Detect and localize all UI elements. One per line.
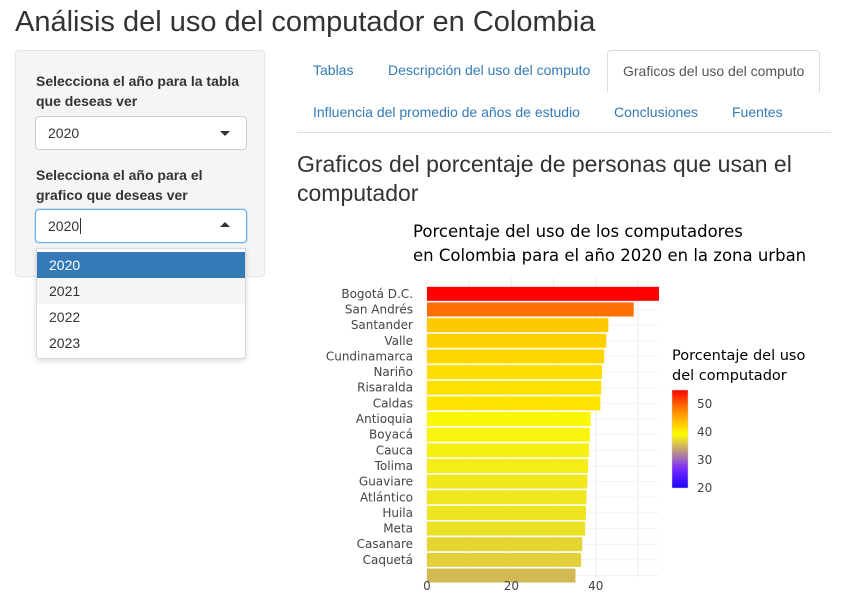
app-title: Análisis del uso del computador en Colom… [15, 6, 596, 38]
y-tick-label: Atlántico [360, 490, 413, 504]
section-title: Graficos del porcentaje de personas que … [297, 151, 792, 206]
tab-conclusiones[interactable]: Conclusiones [599, 92, 713, 132]
y-tick-label: Caldas [373, 396, 413, 410]
bar[interactable] [427, 380, 602, 395]
colorbar-tick-label: 50 [697, 397, 712, 411]
y-tick-label: Risaralda [357, 381, 413, 395]
bar[interactable] [427, 552, 581, 567]
chevron-up-icon [220, 222, 230, 227]
dropdown-option-2022[interactable]: 2022 [37, 304, 245, 330]
y-tick-label: Boyacá [369, 428, 413, 442]
bar[interactable] [427, 521, 586, 536]
chevron-down-icon [220, 131, 230, 136]
colorbar [671, 389, 689, 489]
bar[interactable] [427, 443, 589, 458]
text-cursor [80, 218, 82, 234]
y-tick-label: Cundinamarca [326, 349, 413, 363]
y-tick-label: San Andrés [345, 302, 413, 316]
y-tick-label: Casanare [357, 537, 413, 551]
tab-tablas[interactable]: Tablas [298, 50, 368, 90]
bar[interactable] [427, 537, 583, 552]
dropdown-option-2020[interactable]: 2020 [37, 252, 245, 278]
bar[interactable] [427, 474, 588, 489]
bar[interactable] [427, 458, 589, 473]
y-tick-label: Valle [384, 334, 413, 348]
x-tick-label: 20 [504, 579, 519, 593]
table-year-value: 2020 [48, 125, 80, 141]
table-year-label: Selecciona el año para la tabla que dese… [36, 73, 240, 109]
y-tick-label: Caquetá [363, 553, 413, 567]
chart-year-dropdown: 2020 2021 2022 2023 [36, 248, 246, 359]
chart-y-labels: Bogotá D.C.San Andrés Santander ValleCundi… [326, 287, 413, 567]
bar[interactable] [427, 318, 609, 333]
dropdown-option-2023[interactable]: 2023 [37, 330, 245, 356]
y-tick-label: Huila [382, 506, 413, 520]
bar[interactable] [427, 349, 605, 364]
colorbar-tick-label: 40 [697, 425, 712, 439]
y-tick-label: Tolima [374, 459, 413, 473]
chart-title-line-1: Porcentaje del uso de los computadores [413, 222, 743, 241]
chart-year-label: Selecciona el año para el grafico que de… [36, 167, 203, 203]
y-tick-label: Santander [351, 318, 413, 332]
bar[interactable] [427, 302, 634, 317]
colorbar-ticks: 50 40 30 20 [697, 397, 712, 495]
bar[interactable] [427, 412, 591, 427]
colorbar-title-line-1: Porcentaje del uso [672, 348, 805, 364]
usage-bar-chart: Porcentaje del uso de los computadores e… [326, 222, 806, 593]
tab-influencia[interactable]: Influencia del promedio de años de estud… [298, 92, 595, 132]
y-tick-label: Antioquia [356, 412, 413, 426]
bar[interactable] [427, 365, 603, 380]
y-tick-label: Cauca [376, 443, 413, 457]
colorbar-tick-label: 20 [697, 481, 712, 495]
y-tick-label: Nariño [373, 365, 413, 379]
colorbar-title-line-2: del computador [672, 368, 787, 384]
x-tick-label: 40 [588, 579, 603, 593]
bar[interactable] [427, 568, 576, 583]
bar[interactable] [427, 505, 587, 520]
bar[interactable] [427, 490, 587, 505]
tab-graficos[interactable]: Graficos del uso del computo [607, 50, 821, 93]
y-tick-label: Bogotá D.C. [341, 287, 413, 301]
sidebar-panel: Selecciona el año para la tabla que dese… [15, 50, 265, 277]
y-tick-label: Meta [383, 522, 413, 536]
bar[interactable] [427, 427, 590, 442]
bar[interactable] [427, 333, 607, 348]
tab-bar: Tablas Descripción del uso del computo G… [297, 50, 831, 133]
chart-year-select[interactable]: 2020 [35, 209, 247, 243]
y-tick-label: Guaviare [359, 475, 413, 489]
bar[interactable] [427, 396, 601, 411]
chart-year-value: 2020 [48, 218, 80, 234]
dropdown-option-2021[interactable]: 2021 [37, 278, 245, 304]
chart-title-line-2: en Colombia para el año 2020 en la zona … [413, 246, 806, 265]
tab-descripcion[interactable]: Descripción del uso del computo [373, 50, 605, 90]
tab-fuentes[interactable]: Fuentes [717, 92, 798, 132]
bar[interactable] [427, 286, 659, 301]
colorbar-tick-label: 30 [697, 453, 712, 467]
x-tick-label: 0 [423, 579, 431, 593]
table-year-select[interactable]: 2020 [35, 116, 247, 150]
